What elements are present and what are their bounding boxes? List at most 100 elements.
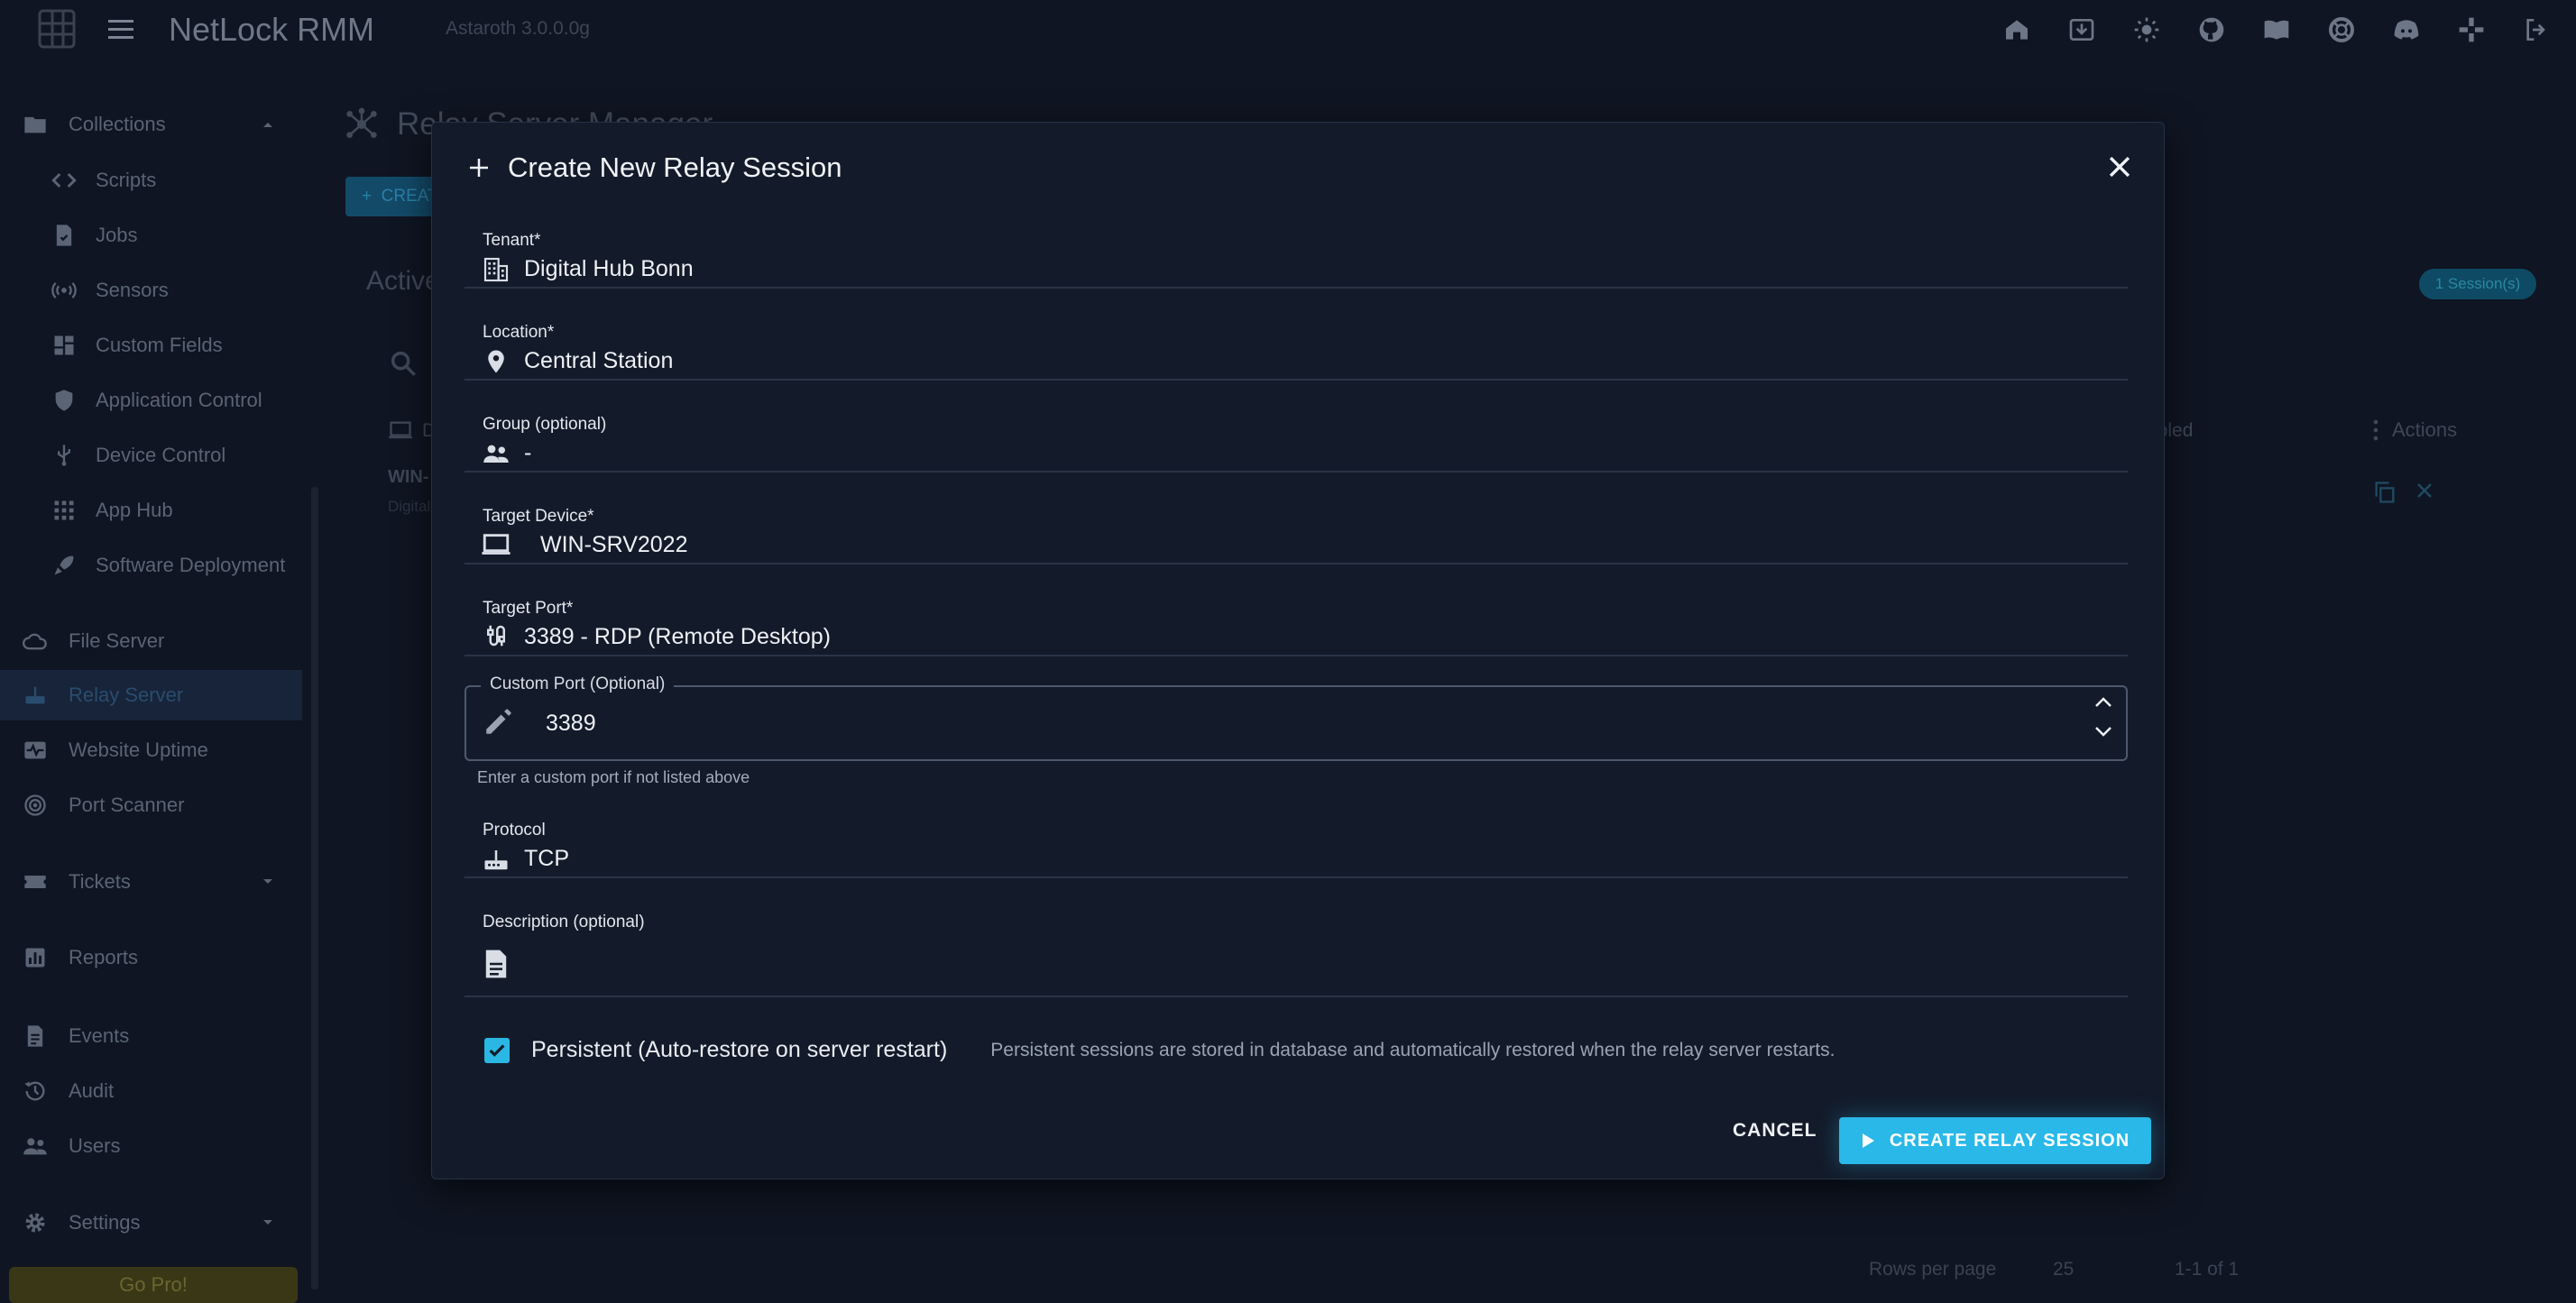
sidebar-item-scripts[interactable]: Scripts: [0, 155, 302, 206]
location-label: Location*: [483, 323, 555, 342]
laptop-icon: [389, 421, 412, 439]
target-device-value: WIN-SRV2022: [540, 532, 688, 557]
delete-icon[interactable]: [2414, 480, 2435, 501]
copy-icon[interactable]: [2372, 480, 2397, 505]
cable-icon: [481, 620, 511, 651]
create-relay-session-dialog: Create New Relay Session Tenant* Digital…: [431, 122, 2165, 1179]
support-icon[interactable]: [2309, 11, 2374, 49]
rocket-icon: [49, 550, 79, 581]
gamepad-icon[interactable]: [2439, 11, 2504, 49]
description-field[interactable]: Description (optional): [465, 913, 2128, 997]
theme-toggle-icon[interactable]: [2114, 11, 2179, 49]
rows-per-page-select[interactable]: 25: [2053, 1259, 2074, 1280]
sidebar-item-software-deployment[interactable]: Software Deployment: [0, 540, 302, 591]
sidebar-item-file-server[interactable]: File Server: [0, 616, 302, 666]
document-icon: [481, 949, 511, 979]
checkmark-icon: [489, 1043, 505, 1057]
sidebar-item-application-control[interactable]: Application Control: [0, 375, 302, 426]
sensor-icon: [49, 275, 79, 306]
sidebar-item-website-uptime[interactable]: Website Uptime: [0, 725, 302, 775]
target-port-select[interactable]: Target Port* 3389 - RDP (Remote Desktop): [465, 599, 2128, 656]
status-badge: 1 Session(s): [2419, 269, 2536, 299]
group-select[interactable]: Group (optional) -: [465, 415, 2128, 473]
go-pro-button[interactable]: Go Pro!: [9, 1267, 298, 1303]
persistent-row: Persistent (Auto-restore on server resta…: [484, 1037, 1835, 1063]
dialog-title: Create New Relay Session: [508, 151, 842, 183]
sidebar-item-settings[interactable]: Settings: [0, 1197, 302, 1248]
target-device-label: Target Device*: [483, 507, 594, 526]
column-header-device: D: [388, 420, 436, 442]
tenant-select[interactable]: Tenant* Digital Hub Bonn: [465, 231, 2128, 289]
tenant-value: Digital Hub Bonn: [524, 256, 694, 281]
sidebar-item-label: Sensors: [96, 279, 169, 301]
sidebar-item-label: Scripts: [96, 169, 157, 191]
number-stepper[interactable]: [2093, 696, 2113, 738]
sidebar-item-label: Website Uptime: [69, 739, 208, 761]
column-header-actions-label: Actions: [2392, 418, 2458, 441]
usb-icon: [49, 440, 79, 471]
sidebar-item-custom-fields[interactable]: Custom Fields: [0, 320, 302, 371]
location-select[interactable]: Location* Central Station: [465, 323, 2128, 381]
sidebar-scrollbar[interactable]: [311, 487, 318, 1289]
cancel-button[interactable]: CANCEL: [1733, 1120, 1817, 1142]
bar-chart-icon: [20, 942, 51, 973]
radar-icon: [20, 790, 51, 821]
sidebar-item-sensors[interactable]: Sensors: [0, 265, 302, 316]
custom-port-label: Custom Port (Optional): [481, 674, 675, 694]
cloud-icon: [20, 626, 51, 656]
group-label: Group (optional): [483, 415, 607, 434]
apps-grid-icon: [49, 495, 79, 526]
home-icon[interactable]: [1984, 11, 2049, 49]
pagination-range: 1-1 of 1: [2175, 1259, 2240, 1280]
sidebar-item-reports[interactable]: Reports: [0, 932, 302, 983]
top-app-bar: NetLock RMM Astaroth 3.0.0.0g: [0, 0, 2576, 60]
protocol-select[interactable]: Protocol TCP: [465, 821, 2128, 878]
custom-port-input[interactable]: Custom Port (Optional) 3389: [465, 674, 2128, 761]
sidebar-item-audit[interactable]: Audit: [0, 1066, 302, 1116]
sidebar-item-device-control[interactable]: Device Control: [0, 430, 302, 481]
pencil-icon: [483, 707, 513, 738]
sidebar-item-label: Application Control: [96, 389, 262, 411]
sidebar-item-jobs[interactable]: Jobs: [0, 210, 302, 261]
netlock-logo-icon: [27, 4, 87, 54]
sidebar-item-label: Relay Server: [69, 684, 184, 706]
discord-icon[interactable]: [2374, 11, 2439, 49]
table-row[interactable]: WIN-: [388, 467, 429, 488]
go-pro-label: Go Pro!: [119, 1273, 188, 1296]
search-icon[interactable]: [388, 348, 419, 379]
install-icon[interactable]: [2049, 11, 2114, 49]
sidebar-item-app-hub[interactable]: App Hub: [0, 485, 302, 536]
github-icon[interactable]: [2179, 11, 2244, 49]
protocol-value: TCP: [524, 846, 569, 871]
logout-icon[interactable]: [2504, 11, 2569, 49]
sidebar-item-label: Custom Fields: [96, 334, 223, 356]
monitor-heart-icon: [20, 735, 51, 766]
sidebar-item-label: Settings: [69, 1211, 141, 1234]
sidebar-item-events[interactable]: Events: [0, 1011, 302, 1061]
sidebar-item-label: Software Deployment: [96, 554, 286, 576]
documentation-icon[interactable]: [2244, 11, 2309, 49]
sidebar-item-relay-server[interactable]: Relay Server: [0, 670, 302, 720]
persistent-label[interactable]: Persistent (Auto-restore on server resta…: [531, 1037, 947, 1063]
chevron-down-icon[interactable]: [2093, 725, 2113, 738]
menu-icon[interactable]: [103, 16, 139, 43]
plus-icon: [468, 157, 490, 179]
chevron-up-icon[interactable]: [2093, 696, 2113, 709]
close-icon[interactable]: [2104, 151, 2135, 182]
sidebar-item-collections[interactable]: Collections: [0, 99, 302, 150]
sidebar-item-port-scanner[interactable]: Port Scanner: [0, 780, 302, 830]
ticket-icon: [20, 867, 51, 897]
sidebar-item-label: App Hub: [96, 499, 173, 521]
tenant-label: Tenant*: [483, 231, 541, 250]
location-pin-icon: [481, 346, 511, 377]
dialog-header: Create New Relay Session: [468, 148, 842, 188]
chevron-up-icon: [261, 117, 275, 132]
shield-icon: [49, 385, 79, 416]
app-title: NetLock RMM: [169, 11, 375, 48]
sidebar-item-tickets[interactable]: Tickets: [0, 857, 302, 907]
target-device-select[interactable]: Target Device* WIN-SRV2022: [465, 507, 2128, 564]
persistent-checkbox[interactable]: [484, 1037, 510, 1063]
sidebar: Collections Scripts Jobs Sensors Custom …: [0, 60, 311, 1296]
create-relay-session-button[interactable]: CREATE RELAY SESSION: [1839, 1117, 2151, 1164]
sidebar-item-users[interactable]: Users: [0, 1121, 302, 1171]
